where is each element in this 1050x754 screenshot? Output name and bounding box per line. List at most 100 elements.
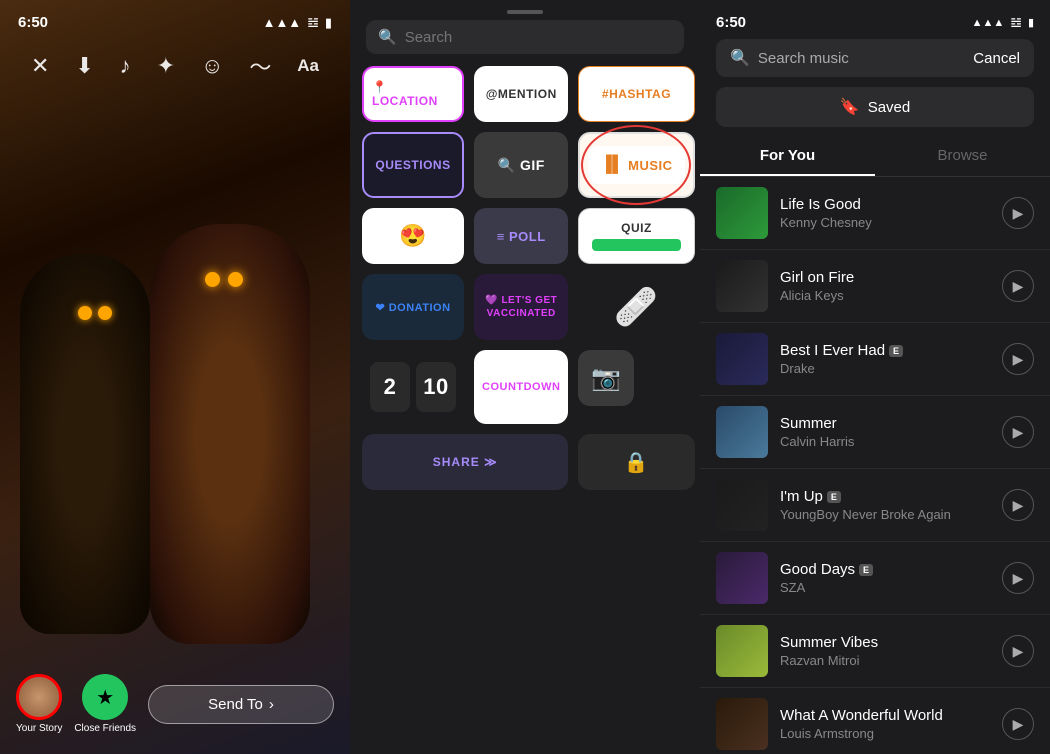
search-input[interactable] (405, 29, 672, 46)
close-icon[interactable]: ✕ (31, 53, 49, 79)
play-button[interactable]: ▶ (1002, 197, 1034, 229)
bookmark-icon: 🔖 (840, 97, 860, 117)
lock-sticker[interactable]: 🔒 (578, 434, 694, 490)
draw-icon[interactable]: 〜 (249, 50, 271, 82)
text-icon[interactable]: Aa (297, 56, 319, 76)
send-to-button[interactable]: Send To › (148, 685, 334, 724)
share-sticker[interactable]: SHARE ≫ (362, 434, 568, 490)
album-art (716, 698, 768, 750)
story-panel: 6:50 ▲▲▲ 𝌤 ▮ ✕ ⬇ ♪ ✦ ☺ 〜 Aa Your Story ★… (0, 0, 350, 754)
play-icon: ▶ (1013, 424, 1024, 441)
music-info: What A Wonderful WorldLouis Armstrong (780, 707, 990, 741)
play-icon: ▶ (1013, 716, 1024, 733)
list-item[interactable]: Best I Ever HadEDrake ▶ (700, 323, 1050, 396)
location-sticker[interactable]: 📍 LOCATION (362, 66, 464, 122)
music-status-icons: ▲▲▲ 𝌤 ▮ (972, 15, 1034, 31)
hashtag-sticker[interactable]: #HASHTAG (578, 66, 694, 122)
story-time: 6:50 (18, 14, 48, 31)
chevron-right-icon: › (269, 696, 274, 713)
song-title: Good DaysE (780, 561, 990, 578)
artist-name: Louis Armstrong (780, 726, 990, 741)
music-list: Life Is GoodKenny Chesney▶Girl on FireAl… (700, 177, 1050, 754)
story-top-bar: 6:50 ▲▲▲ 𝌤 ▮ (0, 0, 350, 39)
your-story-label: Your Story (16, 723, 62, 734)
play-button[interactable]: ▶ (1002, 343, 1034, 375)
play-button[interactable]: ▶ (1002, 270, 1034, 302)
status-icons: ▲▲▲ 𝌤 ▮ (263, 15, 332, 31)
questions-sticker[interactable]: QUESTIONS (362, 132, 464, 198)
play-button[interactable]: ▶ (1002, 708, 1034, 740)
close-friends-icon: ★ (82, 674, 128, 720)
play-button[interactable]: ▶ (1002, 562, 1034, 594)
song-title: I'm UpE (780, 488, 990, 505)
album-art (716, 260, 768, 312)
music-info: I'm UpEYoungBoy Never Broke Again (780, 488, 990, 522)
cancel-button[interactable]: Cancel (973, 50, 1020, 67)
bandaid-sticker[interactable]: 🩹 (578, 274, 694, 340)
quiz-sticker[interactable]: QUIZ (578, 208, 694, 264)
tab-browse[interactable]: Browse (875, 137, 1050, 176)
eye-icon (228, 272, 243, 287)
song-title: Girl on Fire (780, 269, 990, 286)
search-icon: 🔍 (730, 48, 750, 68)
gif-sticker[interactable]: 🔍 GIF (474, 132, 568, 198)
wifi-icon: 𝌤 (307, 15, 319, 31)
eye-icon (78, 306, 92, 320)
music-search-bar[interactable]: 🔍 Search music Cancel (716, 39, 1034, 77)
music-time: 6:50 (716, 14, 746, 31)
countdown-sticker[interactable]: COUNTDOWN (474, 350, 568, 424)
music-tabs: For You Browse (700, 137, 1050, 177)
album-art (716, 479, 768, 531)
list-item[interactable]: Girl on FireAlicia Keys▶ (700, 250, 1050, 323)
music-info: Life Is GoodKenny Chesney (780, 196, 990, 230)
donation-sticker[interactable]: ❤ DONATION (362, 274, 464, 340)
save-icon[interactable]: ⬇ (75, 53, 93, 79)
play-button[interactable]: ▶ (1002, 489, 1034, 521)
music-info: Good DaysE SZA (780, 561, 990, 595)
story-toolbar: ✕ ⬇ ♪ ✦ ☺ 〜 Aa (0, 50, 350, 82)
tab-for-you[interactable]: For You (700, 137, 875, 176)
music-icon[interactable]: ♪ (120, 53, 131, 79)
play-button[interactable]: ▶ (1002, 635, 1034, 667)
vaccinated-sticker[interactable]: 💜 LET'S GET VACCINATED (474, 274, 568, 340)
song-title: Summer Vibes (780, 634, 990, 651)
list-item[interactable]: I'm UpEYoungBoy Never Broke Again ▶ (700, 469, 1050, 542)
song-title: Life Is Good (780, 196, 990, 213)
wifi-icon: 𝌤 (1010, 15, 1022, 31)
camera-sticker[interactable]: 📷 (578, 350, 634, 406)
sticker-search-bar[interactable]: 🔍 (366, 20, 684, 54)
countdown-numbers-sticker[interactable]: 2 10 (362, 350, 464, 424)
music-circle (581, 125, 691, 205)
album-art (716, 625, 768, 677)
drag-handle (350, 0, 700, 20)
music-info: SummerCalvin Harris (780, 415, 990, 449)
saved-button[interactable]: 🔖 Saved (716, 87, 1034, 127)
artist-name: SZA (780, 580, 990, 595)
explicit-badge: E (859, 564, 873, 576)
list-item[interactable]: SummerCalvin Harris ▶ (700, 396, 1050, 469)
effect-icon[interactable]: ✦ (157, 53, 175, 79)
list-item[interactable]: Life Is GoodKenny Chesney ▶ (700, 177, 1050, 250)
play-icon: ▶ (1013, 497, 1024, 514)
play-icon: ▶ (1013, 351, 1024, 368)
list-item[interactable]: What A Wonderful WorldLouis Armstrong ▶ (700, 688, 1050, 754)
stickers-panel: 🔍 📍 LOCATION @MENTION #HASHTAG QUESTIONS… (350, 0, 700, 754)
music-info: Best I Ever HadEDrake (780, 342, 990, 376)
play-icon: ▶ (1013, 643, 1024, 660)
avatar-face (19, 677, 59, 717)
play-button[interactable]: ▶ (1002, 416, 1034, 448)
explicit-badge: E (889, 345, 903, 357)
list-item[interactable]: Good DaysE SZA ▶ (700, 542, 1050, 615)
signal-icon: ▲▲▲ (263, 15, 302, 30)
album-art (716, 406, 768, 458)
music-top-bar: 6:50 ▲▲▲ 𝌤 ▮ (700, 0, 1050, 39)
your-story-button[interactable]: Your Story (16, 674, 62, 734)
stickers-grid: 📍 LOCATION @MENTION #HASHTAG QUESTIONS 🔍… (350, 66, 700, 754)
list-item[interactable]: Summer VibesRazvan Mitroi▶ (700, 615, 1050, 688)
poll-sticker[interactable]: ≡ POLL (474, 208, 568, 264)
mention-sticker[interactable]: @MENTION (474, 66, 568, 122)
face-icon[interactable]: ☺ (201, 53, 223, 79)
close-friends-button[interactable]: ★ Close Friends (74, 674, 136, 734)
music-sticker[interactable]: ▐▌ MUSIC (578, 132, 694, 198)
emoji-sticker[interactable]: 😍 (362, 208, 464, 264)
